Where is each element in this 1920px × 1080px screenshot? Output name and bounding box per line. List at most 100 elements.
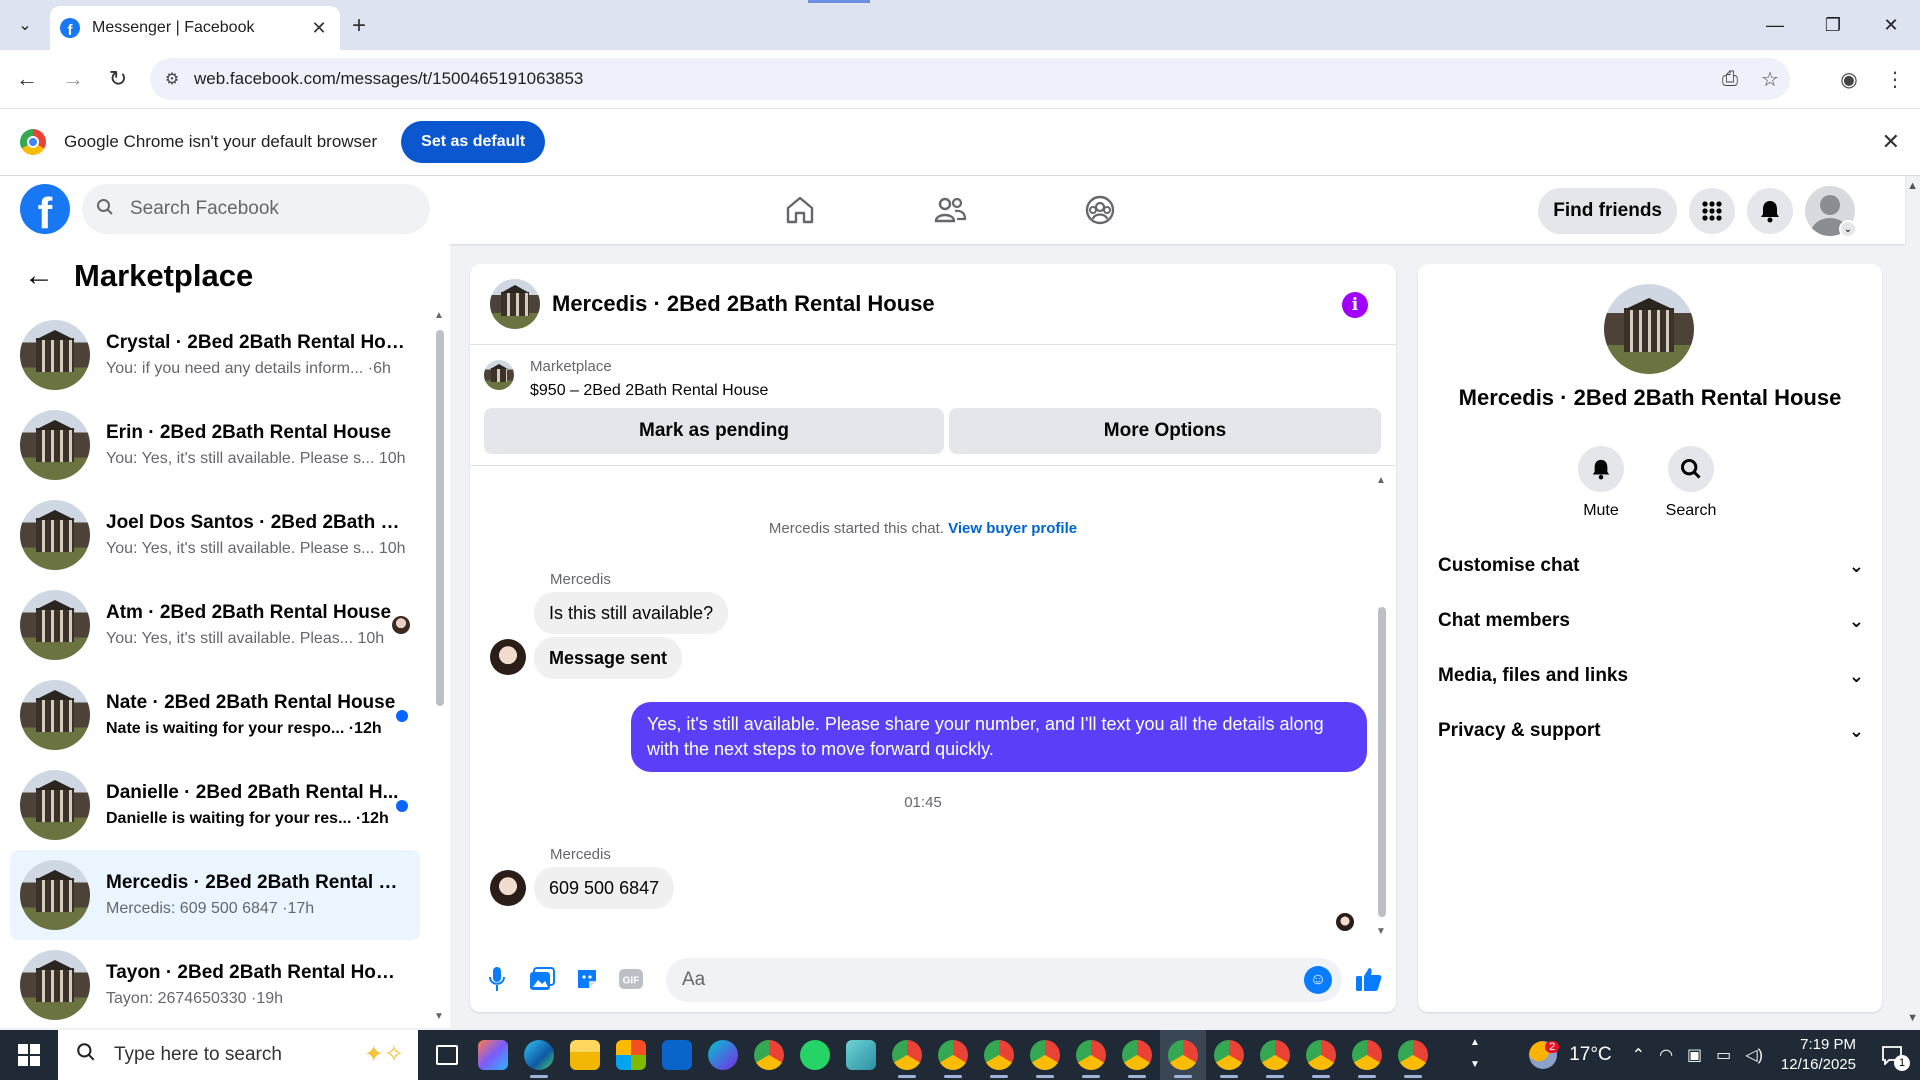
- chrome-profile-icon[interactable]: [1022, 1030, 1068, 1080]
- weather-widget[interactable]: 2 17°C: [1529, 1041, 1612, 1069]
- tab-search-chevron-icon[interactable]: ⌄: [8, 10, 42, 40]
- chrome-profile-icon[interactable]: [884, 1030, 930, 1080]
- reload-icon[interactable]: ↻: [103, 64, 133, 94]
- forward-arrow-icon[interactable]: →: [58, 64, 88, 94]
- customise-chat-section[interactable]: Customise chat ⌄: [1438, 546, 1864, 586]
- more-options-button[interactable]: More Options: [949, 408, 1381, 454]
- conversation-item[interactable]: Tayon · 2Bed 2Bath Rental House Tayon: 2…: [10, 940, 420, 1030]
- media-files-links-section[interactable]: Media, files and links ⌄: [1438, 656, 1864, 696]
- window-close-icon[interactable]: ✕: [1862, 0, 1920, 50]
- taskbar-overflow-chevron-icon[interactable]: ▲ ▼: [1468, 1032, 1482, 1076]
- conversation-item[interactable]: Erin · 2Bed 2Bath Rental House You: Yes,…: [10, 400, 420, 490]
- tab-close-icon[interactable]: ✕: [308, 18, 330, 39]
- mark-as-pending-button[interactable]: Mark as pending: [484, 408, 944, 454]
- bell-icon[interactable]: [1578, 446, 1624, 492]
- chrome-profile-icon[interactable]: [1068, 1030, 1114, 1080]
- info-icon[interactable]: i: [1342, 292, 1368, 318]
- emoji-icon[interactable]: ☺: [1304, 966, 1332, 994]
- file-explorer-icon[interactable]: [562, 1030, 608, 1080]
- chat-title[interactable]: Mercedis · 2Bed 2Bath Rental House: [552, 291, 935, 317]
- account-chevron-down-icon[interactable]: ⌄: [1839, 220, 1857, 238]
- incoming-message[interactable]: 609 500 6847: [534, 867, 675, 909]
- chrome-app-icon[interactable]: [746, 1030, 792, 1080]
- search-action[interactable]: Search: [1656, 446, 1726, 520]
- chrome-profile-icon[interactable]: [976, 1030, 1022, 1080]
- incoming-message[interactable]: Message sent: [534, 637, 683, 679]
- bookmark-star-icon[interactable]: ☆: [1750, 67, 1790, 92]
- back-arrow-icon[interactable]: ←: [12, 64, 42, 94]
- scroll-down-icon[interactable]: ▼: [434, 1011, 444, 1022]
- chrome-profile-icon[interactable]: [1206, 1030, 1252, 1080]
- install-app-icon[interactable]: ⎙: [1710, 68, 1750, 91]
- chrome-profile-icon[interactable]: [930, 1030, 976, 1080]
- site-info-icon[interactable]: ⚙: [150, 69, 194, 89]
- chrome-profile-icon[interactable]: [1252, 1030, 1298, 1080]
- show-hidden-icons-icon[interactable]: ⌃: [1632, 1045, 1645, 1065]
- browser-tab[interactable]: f Messenger | Facebook ✕: [50, 6, 340, 50]
- gif-icon[interactable]: GIF: [616, 964, 646, 994]
- listing-price[interactable]: $950 – 2Bed 2Bath Rental House: [530, 382, 768, 400]
- chrome-profile-icon[interactable]: [1114, 1030, 1160, 1080]
- facebook-search-input[interactable]: Search Facebook: [82, 184, 430, 234]
- battery-icon[interactable]: ▭: [1716, 1045, 1731, 1065]
- groups-icon[interactable]: [1080, 192, 1120, 228]
- conversation-item[interactable]: Atm · 2Bed 2Bath Rental House You: Yes, …: [10, 580, 420, 670]
- back-arrow-icon[interactable]: ←: [24, 259, 60, 293]
- whatsapp-app-icon[interactable]: [792, 1030, 838, 1080]
- chat-scrollbar[interactable]: ▲ ▼: [1376, 475, 1388, 937]
- task-view-icon[interactable]: [424, 1030, 470, 1080]
- conversation-item[interactable]: Crystal · 2Bed 2Bath Rental House You: i…: [10, 310, 420, 400]
- mute-action[interactable]: Mute: [1566, 446, 1636, 520]
- minimize-icon[interactable]: —: [1746, 0, 1804, 50]
- view-buyer-profile-link[interactable]: View buyer profile: [948, 520, 1077, 537]
- chrome-menu-icon[interactable]: ⋮: [1880, 64, 1910, 94]
- address-bar[interactable]: ⚙ web.facebook.com/messages/t/1500465191…: [150, 58, 1790, 100]
- chrome-profile-icon[interactable]: [1344, 1030, 1390, 1080]
- conversation-item[interactable]: Danielle · 2Bed 2Bath Rental H... Daniel…: [10, 760, 420, 850]
- copilot-app-icon[interactable]: [470, 1030, 516, 1080]
- message-input[interactable]: Aa ☺: [666, 958, 1342, 1002]
- sidebar-scrollbar[interactable]: ▲ ▼: [434, 310, 446, 1022]
- microphone-icon[interactable]: [482, 964, 512, 994]
- sender-avatar[interactable]: [490, 870, 526, 906]
- windows-start-icon[interactable]: [0, 1030, 58, 1080]
- notifications-bell-icon[interactable]: [1747, 188, 1793, 234]
- outgoing-message[interactable]: Yes, it's still available. Please share …: [631, 702, 1367, 772]
- incoming-message[interactable]: Is this still available?: [534, 592, 729, 634]
- scroll-up-icon[interactable]: ▲: [434, 310, 444, 321]
- chrome-profile-icon-active[interactable]: [1160, 1030, 1206, 1080]
- facebook-logo-icon[interactable]: f: [20, 184, 70, 234]
- chat-members-section[interactable]: Chat members ⌄: [1438, 601, 1864, 641]
- photo-icon[interactable]: [527, 964, 557, 994]
- scroll-up-icon[interactable]: ▲: [1376, 475, 1386, 486]
- canva-app-icon[interactable]: [700, 1030, 746, 1080]
- search-icon[interactable]: [1668, 446, 1714, 492]
- conversation-item-active[interactable]: Mercedis · 2Bed 2Bath Rental H... Merced…: [10, 850, 420, 940]
- chat-avatar[interactable]: [490, 279, 540, 329]
- sticker-icon[interactable]: [572, 964, 602, 994]
- notes-app-icon[interactable]: [838, 1030, 884, 1080]
- notification-center-icon[interactable]: 1: [1872, 1035, 1912, 1075]
- restore-icon[interactable]: ❐: [1804, 0, 1862, 50]
- page-scroll-down-icon[interactable]: ▼: [1907, 1012, 1918, 1024]
- set-as-default-button[interactable]: Set as default: [401, 121, 546, 163]
- privacy-support-section[interactable]: Privacy & support ⌄: [1438, 711, 1864, 751]
- find-friends-button[interactable]: Find friends: [1538, 188, 1677, 234]
- scrollbar-thumb[interactable]: [1378, 607, 1386, 917]
- conversation-item[interactable]: Joel Dos Santos · 2Bed 2Bath Re... You: …: [10, 490, 420, 580]
- scrollbar-thumb[interactable]: [436, 330, 444, 706]
- volume-icon[interactable]: ◁): [1745, 1045, 1763, 1065]
- chat-details-avatar[interactable]: [1604, 284, 1694, 374]
- thumbs-up-icon[interactable]: [1354, 964, 1384, 994]
- infobar-close-icon[interactable]: ✕: [1882, 129, 1900, 155]
- sender-avatar[interactable]: [490, 639, 526, 675]
- listing-thumbnail[interactable]: [484, 360, 514, 390]
- conversation-item[interactable]: Nate · 2Bed 2Bath Rental House Nate is w…: [10, 670, 420, 760]
- scroll-down-icon[interactable]: ▼: [1376, 926, 1386, 937]
- menu-grid-icon[interactable]: [1689, 188, 1735, 234]
- vpn-icon[interactable]: ▣: [1687, 1045, 1702, 1065]
- chrome-profile-icon[interactable]: [1390, 1030, 1436, 1080]
- edge-app-icon[interactable]: [516, 1030, 562, 1080]
- clock[interactable]: 7:19 PM 12/16/2025: [1781, 1035, 1856, 1075]
- profile-icon[interactable]: ◉: [1834, 64, 1864, 94]
